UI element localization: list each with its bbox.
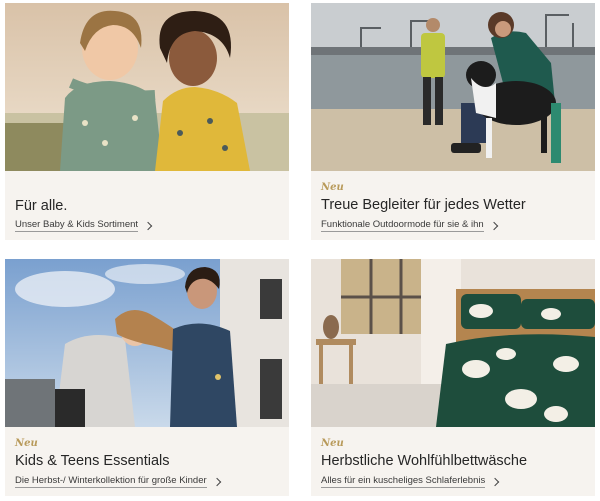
card-link[interactable]: Die Herbst-/ Winterkollektion für große … — [15, 475, 221, 488]
card-link[interactable]: Funktionale Outdoormode für sie & ihn — [321, 219, 498, 232]
card-title: Kids & Teens Essentials — [15, 453, 170, 469]
card-title: Für alle. — [15, 198, 68, 214]
chevron-right-icon — [212, 477, 221, 487]
new-badge: Neu — [321, 182, 344, 193]
promo-card-teens[interactable]: Neu Kids & Teens Essentials Die Herbst-/… — [5, 259, 289, 496]
card-title: Treue Begleiter für jedes Wetter — [321, 197, 526, 213]
chevron-right-icon — [143, 221, 153, 231]
card-link-label[interactable]: Alles für ein kuscheliges Schlaferlebnis — [321, 475, 486, 488]
card-title: Herbstliche Wohlfühlbettwäsche — [321, 453, 528, 469]
card-link[interactable]: Alles für ein kuscheliges Schlaferlebnis — [321, 475, 500, 488]
promo-card-outdoor[interactable]: Neu Treue Begleiter für jedes Wetter Fun… — [311, 3, 595, 240]
promo-image-harbor[interactable] — [311, 3, 595, 171]
card-link-label[interactable]: Funktionale Outdoormode für sie & ihn — [321, 219, 484, 232]
chevron-right-icon — [490, 477, 500, 487]
promo-image-bedroom[interactable] — [311, 259, 595, 427]
new-badge: Neu — [321, 438, 344, 449]
promo-image-children[interactable] — [5, 3, 289, 171]
promo-card-kids[interactable]: Für alle. Unser Baby & Kids Sortiment — [5, 3, 289, 240]
promo-image-teens[interactable] — [5, 259, 289, 427]
new-badge: Neu — [15, 438, 38, 449]
chevron-right-icon — [489, 221, 498, 231]
card-link-label[interactable]: Die Herbst-/ Winterkollektion für große … — [15, 475, 207, 488]
card-link[interactable]: Unser Baby & Kids Sortiment — [15, 219, 153, 232]
promo-card-bedding[interactable]: Neu Herbstliche Wohlfühlbettwäsche Alles… — [311, 259, 595, 496]
card-link-label[interactable]: Unser Baby & Kids Sortiment — [15, 219, 139, 232]
